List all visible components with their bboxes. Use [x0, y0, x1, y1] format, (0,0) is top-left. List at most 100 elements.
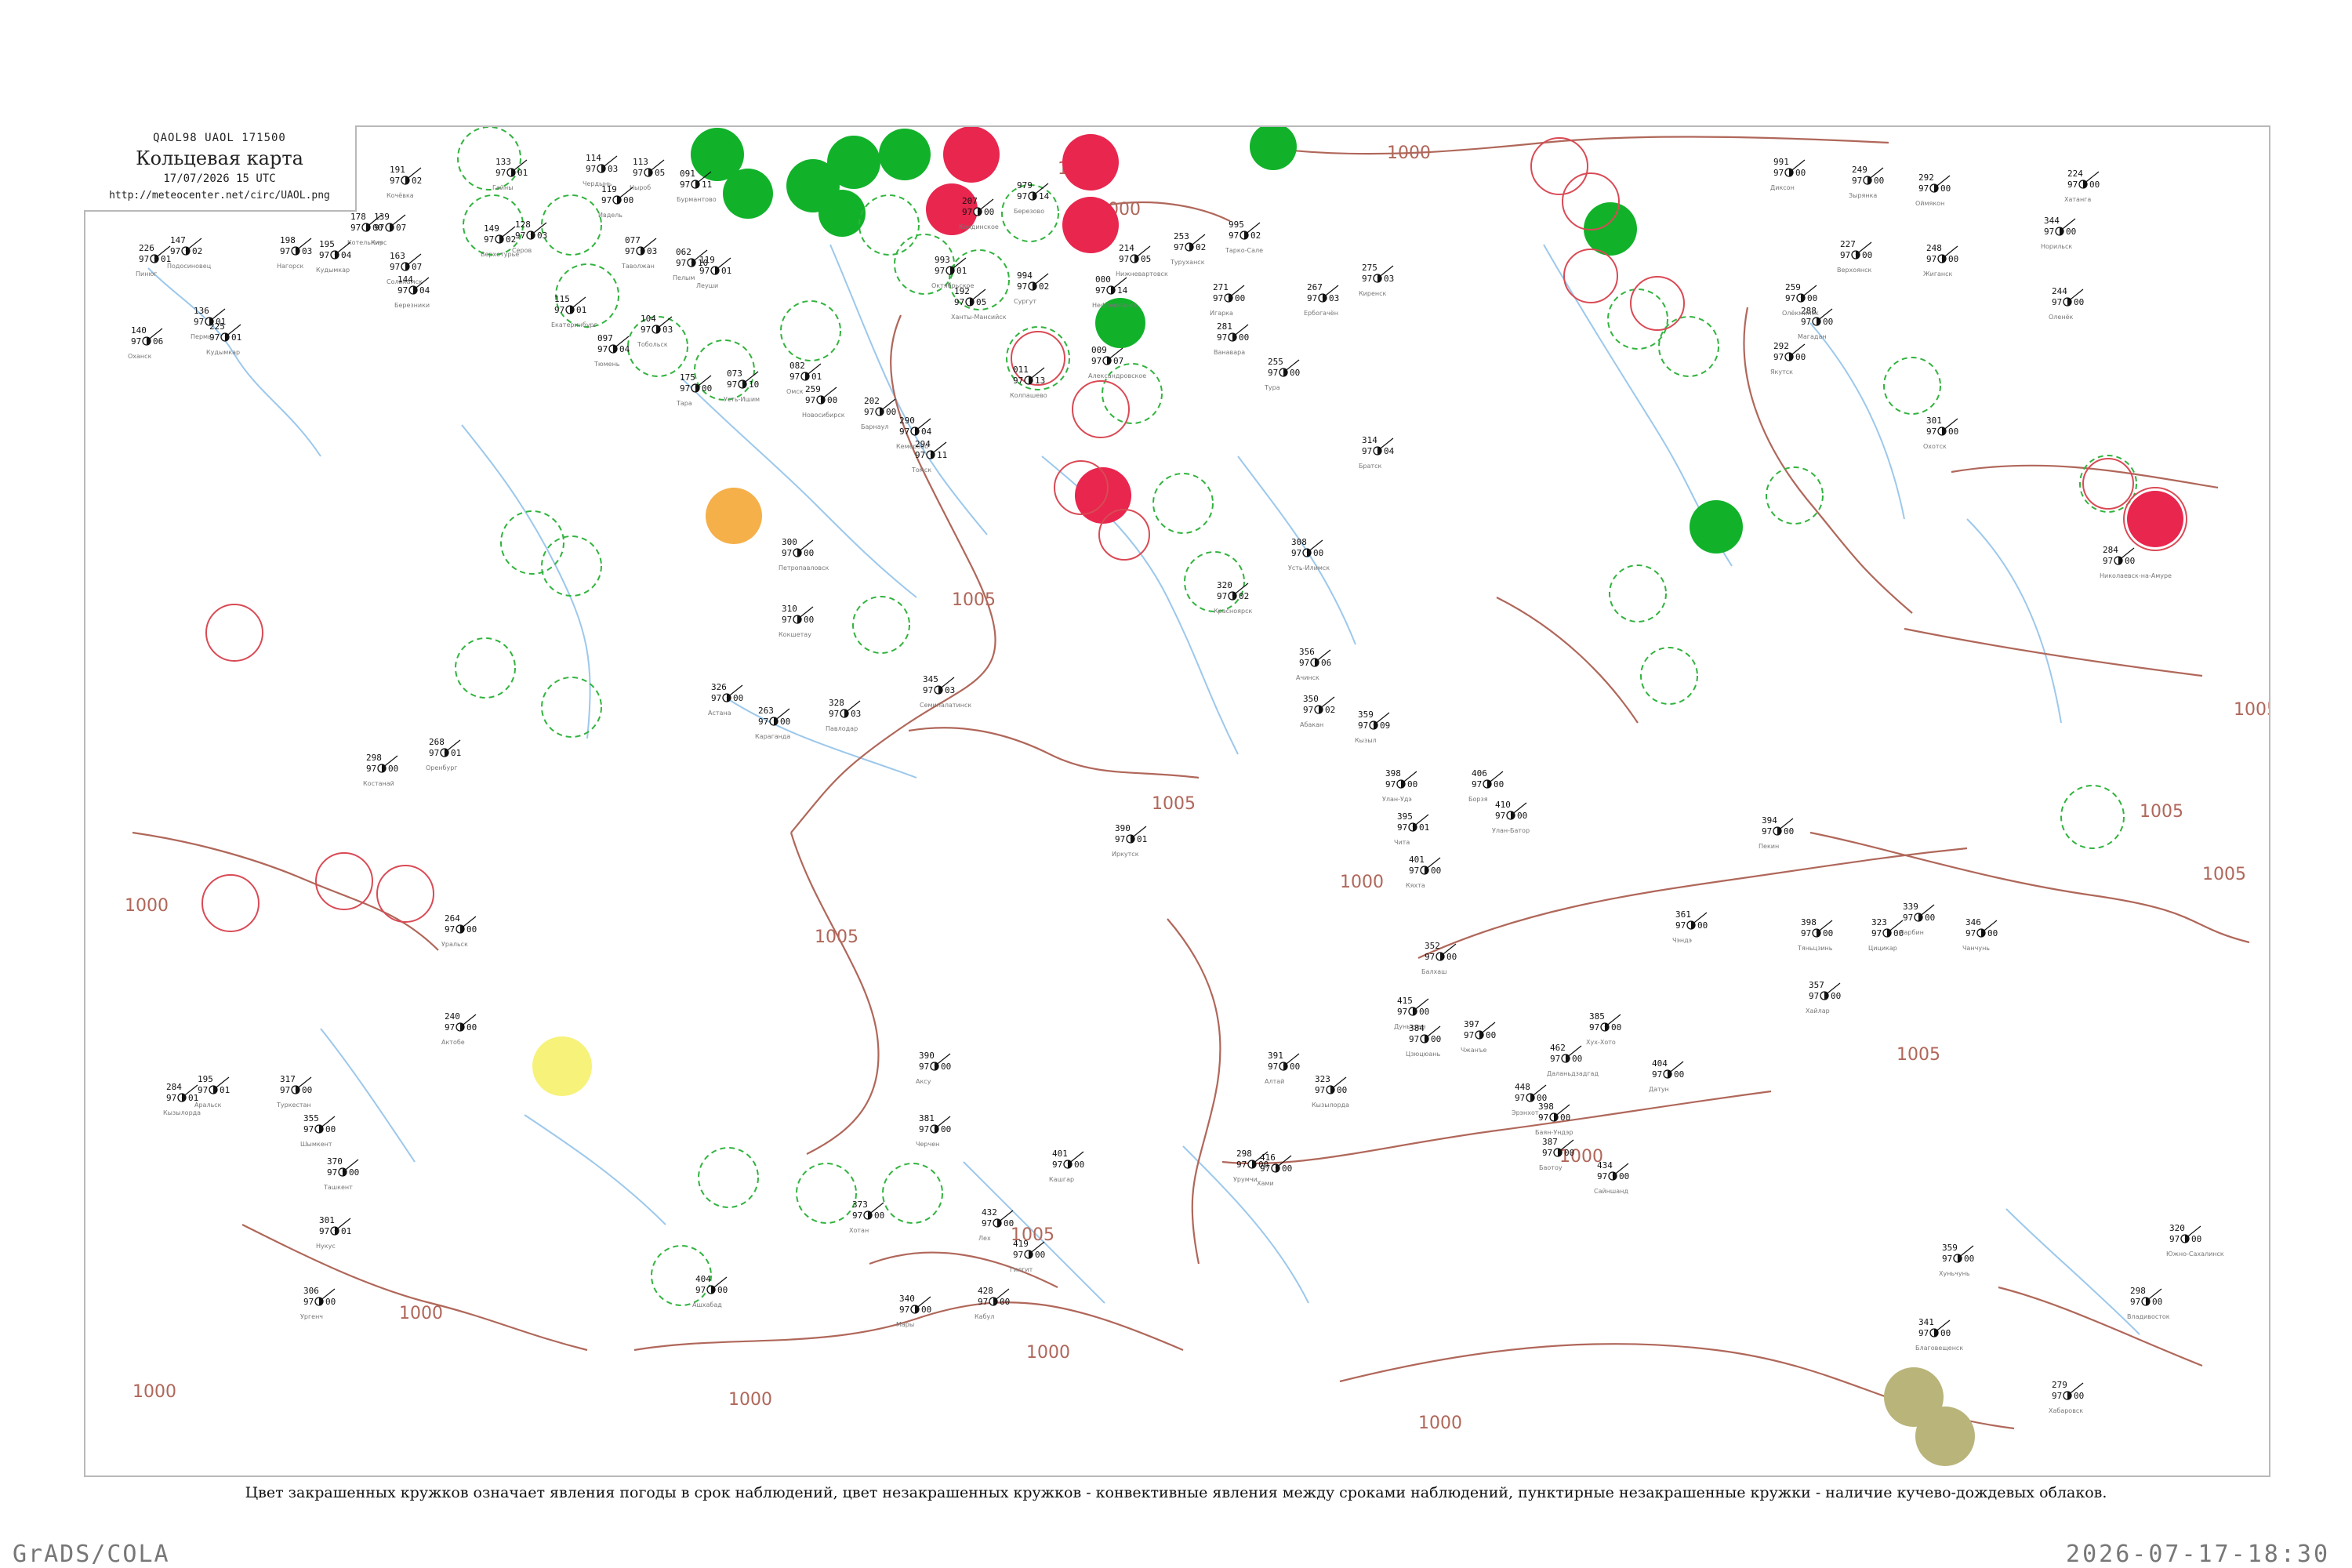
pressure-value: 298: [2130, 1286, 2146, 1296]
pressure-value: 395: [1397, 811, 1413, 822]
tendency-value: 00: [302, 1085, 312, 1095]
station-name: Якутск: [1770, 368, 1793, 376]
station-name: Пекин: [1759, 843, 1779, 850]
temperature-value: 97: [374, 223, 384, 233]
station-name: Ханты-Мансийск: [951, 314, 1007, 321]
station-name: Кашгар: [1049, 1176, 1074, 1183]
tendency-value: 00: [1486, 1030, 1496, 1040]
pressure-value: 259: [805, 384, 821, 394]
pressure-value: 404: [695, 1274, 711, 1284]
station-name: Урумчи: [1233, 1176, 1258, 1183]
isobars: [132, 136, 2250, 1430]
temperature-value: 97: [1675, 920, 1686, 931]
temperature-value: 97: [680, 383, 690, 394]
pressure-value: 434: [1597, 1160, 1613, 1171]
tendency-value: 00: [1831, 991, 1841, 1001]
station-plot: 21497 05 Нижневартовск: [1116, 243, 1168, 278]
station-plot: 32097 00 Южно-Сахалинск: [2166, 1223, 2224, 1258]
tendency-value: 00: [1290, 368, 1300, 378]
station-name: Березники: [394, 302, 430, 309]
temperature-value: 97: [899, 1305, 909, 1315]
temperature-value: 97: [1385, 779, 1396, 789]
station-plot: 46297 00 Даланьдзадгад: [1547, 1043, 1599, 1077]
temperature-value: 97: [680, 180, 690, 190]
tendency-value: 00: [1948, 254, 1958, 264]
tendency-value: 00: [1431, 1034, 1441, 1044]
tendency-value: 00: [1560, 1112, 1570, 1123]
station-name: Кондинское: [959, 223, 999, 230]
station-plot: 27197 00Игарка: [1210, 282, 1245, 317]
tendency-value: 01: [231, 332, 241, 343]
station-name: Тарко-Сале: [1225, 247, 1263, 254]
station-plot: 29497 11 Томск: [911, 439, 947, 474]
station-plot: 41697 00 Хами: [1257, 1152, 1292, 1187]
station-plots: 19197 02Кочёвка13397 01Гайны11497 03Чердынь…: [128, 153, 2224, 1414]
temperature-value: 97: [1852, 176, 1862, 186]
pressure-value: 370: [327, 1156, 343, 1167]
temperature-value: 97: [1013, 376, 1023, 386]
tendency-value: 00: [1823, 928, 1833, 938]
station-plot: 11397 05Ныроб: [630, 157, 665, 191]
pressure-value: 344: [2044, 216, 2060, 226]
temperature-value: 97: [1236, 1160, 1247, 1170]
temperature-value: 97: [303, 1124, 314, 1134]
temperature-value: 97: [2052, 297, 2062, 307]
pressure-value: 406: [1472, 768, 1487, 779]
station-name: Кочёвка: [387, 192, 414, 199]
pressure-value: 147: [170, 235, 186, 245]
temperature-value: 97: [2169, 1234, 2180, 1244]
station-name: Тара: [676, 400, 692, 407]
temperature-value: 97: [1017, 191, 1027, 201]
station-name: Кяхта: [1406, 882, 1425, 889]
station-name: Верхоянск: [1837, 267, 1872, 274]
pressure-value: 462: [1550, 1043, 1566, 1053]
station-name: Уральск: [441, 941, 468, 948]
station-name: Новосибирск: [802, 412, 845, 419]
station-name: Зырянка: [1849, 192, 1877, 199]
pressure-value: 195: [319, 239, 335, 249]
temperature-value: 97: [805, 395, 815, 405]
pressure-value: 448: [1515, 1082, 1530, 1092]
station-plot: 14097 06Оханск: [128, 325, 163, 360]
temperature-value: 97: [919, 1124, 929, 1134]
pressure-value: 279: [2052, 1380, 2067, 1390]
station-plot: 42897 00 Кабул: [975, 1286, 1010, 1320]
pressure-value: 115: [554, 294, 570, 304]
isobar-label: 1000: [1418, 1414, 1462, 1433]
temperature-value: 97: [2130, 1297, 2140, 1307]
station-plot: 34597 03 Семипалатинск: [920, 674, 971, 709]
temperature-value: 97: [1515, 1093, 1525, 1103]
station-name: Чита: [1394, 839, 1410, 846]
weather-circle-green: [827, 136, 880, 189]
temperature-value: 97: [1773, 168, 1784, 178]
tendency-value: 04: [1384, 446, 1395, 456]
station-name: Тюмень: [593, 361, 620, 368]
station-plot: 32397 00Цицикар: [1868, 917, 1904, 952]
tendency-value: 00: [1862, 250, 1872, 260]
station-plot: 25997 00 Олёкминск: [1782, 282, 1819, 317]
station-name: Тяньцзинь: [1797, 945, 1833, 952]
pressure-value: 275: [1362, 263, 1377, 273]
temperature-value: 97: [1260, 1163, 1270, 1174]
station-plot: 99197 00Диксон: [1770, 157, 1806, 191]
temperature-value: 97: [1871, 928, 1882, 938]
pressure-value: 226: [139, 243, 154, 253]
pressure-value: 091: [680, 169, 695, 179]
station-name: Южно-Сахалинск: [2166, 1250, 2224, 1258]
tendency-value: 01: [517, 168, 528, 178]
station-plot: 43297 00 Лех: [978, 1207, 1014, 1242]
tendency-value: 06: [153, 336, 163, 347]
station-plot: 28197 00 Ванавара: [1214, 321, 1249, 356]
temperature-value: 97: [852, 1210, 862, 1221]
station-plot: 35797 00Хайлар: [1806, 980, 1841, 1014]
station-plot: 19597 04 Кудымкар: [316, 239, 352, 274]
station-plot: 38597 00 Хух-Хото: [1586, 1011, 1621, 1046]
tendency-value: 00: [466, 924, 477, 935]
temperature-value: 97: [586, 164, 596, 174]
pressure-value: 355: [303, 1113, 319, 1123]
tendency-value: 00: [2089, 180, 2100, 190]
temperature-value: 97: [1052, 1160, 1062, 1170]
legend-caption: Цвет закрашенных кружков означает явлени…: [245, 1484, 2107, 1501]
temperature-value: 97: [1652, 1069, 1662, 1080]
tendency-value: 00: [2152, 1297, 2162, 1307]
